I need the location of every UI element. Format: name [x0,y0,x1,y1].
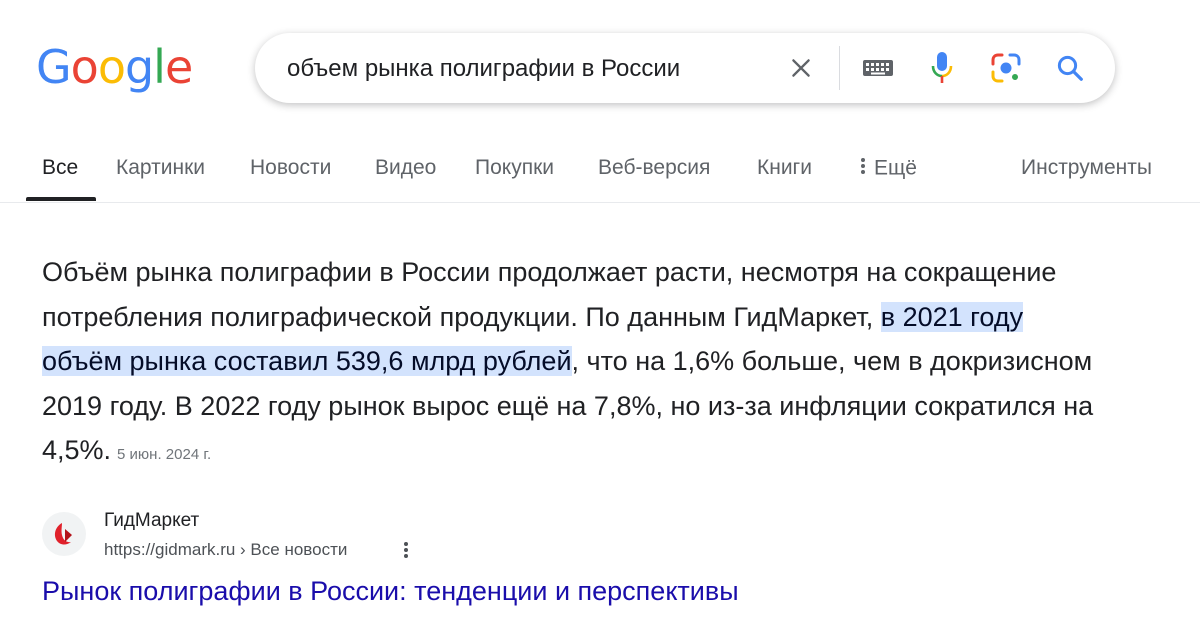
site-name[interactable]: ГидМаркет [104,510,199,532]
search-tabs: Все Картинки Новости Видео Покупки Веб-в… [0,140,1200,203]
snippet-date: 5 июн. 2024 г. [117,446,212,463]
logo-letter: g [124,40,154,94]
search-input[interactable]: объем рынка полиграфии в России [287,55,680,83]
search-divider [839,46,840,90]
logo-letter: e [164,40,193,94]
result-source[interactable]: ГидМаркет https://gidmark.ru › Все новос… [42,508,642,562]
logo-letter: o [97,40,126,94]
result-menu-icon[interactable] [394,538,418,562]
google-lens-icon[interactable] [986,48,1026,88]
keyboard-icon[interactable] [858,48,898,88]
tab-web[interactable]: Веб-версия [598,156,710,180]
tab-images[interactable]: Картинки [116,156,205,180]
tab-shopping[interactable]: Покупки [475,156,554,180]
logo-letter: o [70,40,99,94]
header: Google объем рынка полиграфии в России [0,0,1200,140]
logo-letter: G [36,40,72,94]
search-icon[interactable] [1050,48,1090,88]
tab-all[interactable]: Все [42,156,78,180]
result-title-link[interactable]: Рынок полиграфии в России: тенденции и п… [42,576,739,607]
site-favicon-icon [42,512,86,556]
google-logo[interactable]: Google [36,40,193,94]
close-icon[interactable] [781,48,821,88]
tab-video[interactable]: Видео [375,156,436,180]
tab-books[interactable]: Книги [757,156,812,180]
active-tab-indicator [26,197,96,201]
tab-news[interactable]: Новости [250,156,331,180]
more-vert-icon [860,156,866,182]
tab-more-label: Ещё [874,156,917,180]
tab-more[interactable]: Ещё [860,156,917,182]
tab-tools[interactable]: Инструменты [1021,156,1152,180]
site-url[interactable]: https://gidmark.ru › Все новости [104,540,347,560]
featured-snippet: Объём рынка полиграфии в России продолжа… [42,250,1102,478]
logo-letter: l [153,40,166,94]
microphone-icon[interactable] [922,48,962,88]
search-box[interactable]: объем рынка полиграфии в России [255,33,1115,103]
